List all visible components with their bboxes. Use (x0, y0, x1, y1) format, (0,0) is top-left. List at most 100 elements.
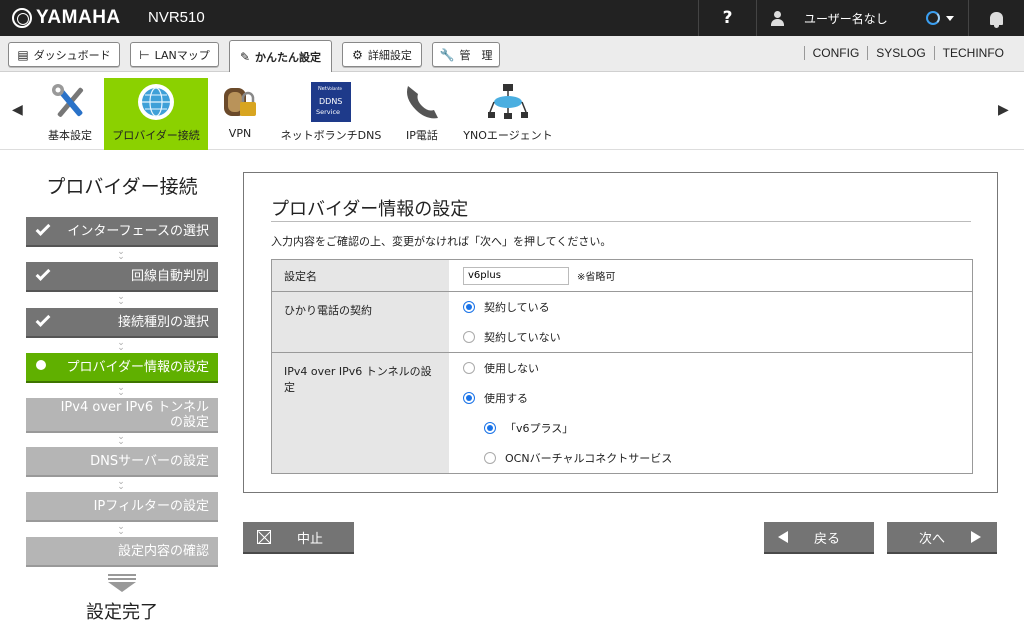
check-icon (35, 266, 51, 281)
tab-label: 管 理 (459, 48, 493, 62)
step-confirm: 設定内容の確認 (26, 537, 218, 565)
bell-icon (990, 11, 1003, 28)
down-arrow-icon (108, 574, 136, 592)
close-icon (257, 530, 271, 544)
radio-checked-icon (463, 392, 475, 404)
yamaha-emblem-icon (12, 8, 32, 28)
network-icon (488, 84, 528, 119)
yamaha-logo[interactable]: YAMAHA (12, 7, 121, 29)
feature-label: VPN (228, 127, 252, 140)
tab-label: 詳細設定 (367, 48, 412, 62)
button-label: 戻る (814, 531, 841, 547)
notification-button[interactable] (968, 0, 1024, 36)
globe-icon (138, 84, 174, 120)
tab-lan-map[interactable]: ⊢ LANマップ (130, 42, 219, 67)
current-step-dot-icon (36, 360, 46, 370)
radio-checked-icon (463, 301, 475, 313)
config-link[interactable]: CONFIG (803, 46, 868, 60)
tab-easy-setup[interactable]: ✎ かんたん設定 (229, 40, 332, 72)
main-tab-bar: ▤ ダッシュボード ⊢ LANマップ ✎ かんたん設定 ⚙ 詳細設定 🔧 管 理… (0, 36, 1024, 72)
radio-label: 使用する (484, 392, 528, 405)
step-label: IPv4 over IPv6 トンネル の設定 (61, 400, 209, 430)
step-label: プロバイダー情報の設定 (66, 359, 209, 375)
chevron-down-icon: ⌄ ⌄ (117, 432, 125, 447)
panel-description: 入力内容をご確認の上、変更がなければ「次へ」を押してください。 (271, 235, 612, 248)
feature-netvolante-dns[interactable]: Net Volante DDNS Service ネットボランチDNS (280, 78, 382, 146)
field-label: IPv4 over IPv6 トンネルの設定 (272, 353, 449, 473)
feature-basic-settings[interactable]: 基本設定 (42, 78, 98, 146)
tab-label: LANマップ (154, 48, 210, 62)
cancel-button[interactable]: 中止 (243, 522, 354, 552)
tools-icon (52, 84, 84, 117)
scroll-right-icon[interactable]: ▶ (998, 102, 1009, 118)
optional-note: ※省略可 (577, 272, 616, 283)
radio-label: 契約していない (484, 331, 561, 344)
step-ipv4-over-ipv6: IPv4 over IPv6 トンネル の設定 (26, 398, 218, 431)
feature-provider-connection[interactable]: プロバイダー接続 (104, 78, 208, 150)
feature-vpn[interactable]: VPN (216, 78, 264, 146)
arrow-left-icon (778, 531, 788, 543)
gear-icon: ⚙ (352, 47, 363, 62)
next-button[interactable]: 次へ (887, 522, 997, 552)
status-spinner-icon (926, 11, 940, 25)
arrow-right-icon (971, 531, 982, 543)
user-name: ユーザー名なし (804, 11, 888, 26)
user-menu[interactable]: ユーザー名なし (756, 0, 968, 36)
button-label: 次へ (919, 531, 946, 547)
step-provider-info: プロバイダー情報の設定 (26, 353, 218, 381)
step-label: 接続種別の選択 (117, 314, 209, 330)
tab-management[interactable]: 🔧 管 理 (432, 42, 500, 67)
chevron-down-icon: ⌄ ⌄ (117, 247, 125, 262)
techinfo-link[interactable]: TECHINFO (933, 46, 1012, 60)
step-dns-server: DNSサーバーの設定 (26, 447, 218, 475)
radio-label: 契約している (484, 301, 550, 314)
radio-checked-icon (484, 422, 496, 434)
tab-dashboard[interactable]: ▤ ダッシュボード (8, 42, 120, 67)
radio-ocn-virtual-connect[interactable]: OCNバーチャルコネクトサービス (463, 443, 958, 473)
radio-v6plus[interactable]: 「v6プラス」 (463, 413, 958, 443)
user-icon (771, 10, 784, 26)
radio-tunnel-off[interactable]: 使用しない (463, 353, 958, 383)
field-label: 設定名 (272, 260, 449, 291)
divider (271, 221, 971, 222)
chevron-down-icon: ⌄ ⌄ (117, 477, 125, 492)
radio-label: 「v6プラス」 (505, 422, 574, 435)
back-button[interactable]: 戻る (764, 522, 874, 552)
form-row-setting-name: 設定名 ※省略可 (272, 260, 972, 291)
dashboard-icon: ▤ (17, 47, 29, 62)
wand-icon: ✎ (239, 49, 251, 64)
feature-yno-agent[interactable]: YNOエージェント (460, 78, 556, 146)
step-label: 設定内容の確認 (117, 543, 209, 559)
syslog-link[interactable]: SYSLOG (867, 46, 933, 60)
tab-label: かんたん設定 (255, 50, 322, 64)
chevron-down-icon: ⌄ ⌄ (117, 338, 125, 353)
step-label: 回線自動判別 (130, 268, 209, 284)
ddns-icon-text: DDNS (319, 97, 342, 106)
tab-label: ダッシュボード (33, 48, 111, 62)
vpn-icon (224, 88, 256, 116)
ddns-icon-text: Service (316, 108, 340, 116)
radio-hikari-subscribed[interactable]: 契約している (463, 292, 958, 322)
step-label: IPフィルターの設定 (93, 498, 209, 514)
scroll-left-icon[interactable]: ◀ (12, 102, 23, 118)
setting-name-input[interactable] (463, 266, 569, 285)
radio-hikari-not-subscribed[interactable]: 契約していない (463, 322, 958, 352)
step-connection-type: 接続種別の選択 (26, 308, 218, 336)
provider-info-panel: プロバイダー情報の設定 入力内容をご確認の上、変更がなければ「次へ」を押してくだ… (243, 172, 998, 493)
field-body: 使用しない 使用する 「v6プラス」 OCNバーチャルコネクトサービス (449, 353, 972, 473)
tab-advanced-settings[interactable]: ⚙ 詳細設定 (342, 42, 422, 67)
phone-icon (407, 86, 438, 119)
help-button[interactable]: ? (698, 0, 756, 36)
ddns-icon-text: Volante (327, 86, 343, 91)
check-icon (35, 312, 51, 327)
step-ip-filter: IPフィルターの設定 (26, 492, 218, 520)
top-bar: YAMAHA NVR510 ? ユーザー名なし (0, 0, 1024, 36)
step-label: DNSサーバーの設定 (90, 453, 209, 469)
feature-label: 基本設定 (48, 129, 92, 142)
lan-map-icon: ⊢ (139, 47, 150, 62)
field-label: ひかり電話の契約 (272, 292, 449, 352)
check-icon (35, 221, 51, 236)
feature-ip-phone[interactable]: IP電話 (398, 78, 446, 146)
radio-tunnel-on[interactable]: 使用する (463, 383, 958, 413)
field-body: 契約している 契約していない (449, 292, 972, 352)
